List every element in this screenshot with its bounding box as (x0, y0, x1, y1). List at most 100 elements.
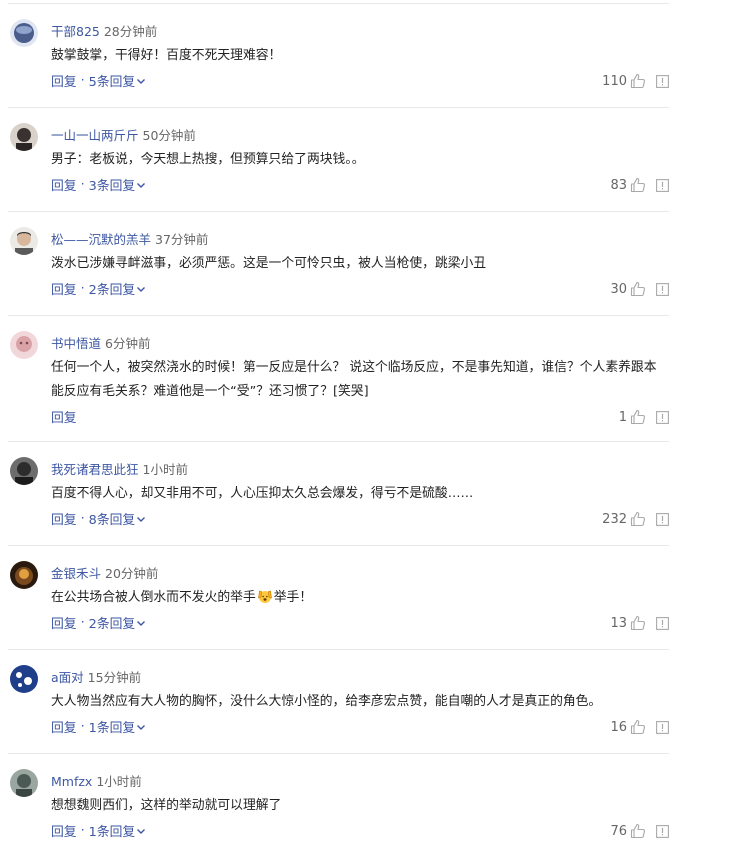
report-icon[interactable] (656, 178, 669, 192)
thumbs-up-icon[interactable] (630, 177, 646, 193)
comment-item: 一山一山两斤斤 50分钟前 男子：老板说，今天想上热搜，但预算只给了两块钱。。 回… (8, 108, 669, 212)
reply-button[interactable]: 回复 (51, 717, 77, 736)
view-replies-button[interactable]: 8条回复 (89, 509, 136, 528)
chevron-down-icon[interactable] (136, 180, 146, 190)
separator: · (80, 177, 85, 192)
username[interactable]: 干部825 (51, 24, 100, 39)
reply-button[interactable]: 回复 (51, 175, 77, 194)
like-count: 30 (610, 281, 627, 297)
chevron-down-icon[interactable] (136, 722, 146, 732)
view-replies-button[interactable]: 5条回复 (89, 71, 136, 90)
timestamp: 37分钟前 (155, 232, 209, 247)
username[interactable]: a面对 (51, 670, 84, 685)
thumbs-up-icon[interactable] (630, 615, 646, 631)
thumbs-up-icon[interactable] (630, 409, 646, 425)
comment-header: 书中悟道 6分钟前 (51, 333, 150, 352)
comment-text: 百度不得人心，却又非用不可，人心压抑太久总会爆发，得亏不是硫酸…… (51, 486, 474, 501)
report-icon[interactable] (656, 410, 669, 424)
comment-item: 干部825 28分钟前 鼓掌鼓掌，干得好！百度不死天理难容！ 回复 · 5条回复 … (8, 4, 669, 108)
comment-meta: 30 (610, 281, 669, 297)
chevron-down-icon[interactable] (136, 76, 146, 86)
comment-text-part: 在公共场合被人倒水而不发火的举手 (51, 590, 256, 605)
reply-button[interactable]: 回复 (51, 509, 77, 528)
reply-button[interactable]: 回复 (51, 613, 77, 632)
raising-hands-emoji-icon (257, 590, 272, 603)
comment-header: Mmfzx 1小时前 (51, 771, 142, 790)
chevron-down-icon[interactable] (136, 826, 146, 836)
timestamp: 20分钟前 (105, 566, 159, 581)
comment-header: 一山一山两斤斤 50分钟前 (51, 125, 196, 144)
avatar[interactable] (10, 665, 38, 693)
thumbs-up-icon[interactable] (630, 719, 646, 735)
view-replies-button[interactable]: 1条回复 (89, 821, 136, 840)
comment-text: 在公共场合被人倒水而不发火的举手 举手！ (51, 586, 663, 610)
report-icon[interactable] (656, 616, 669, 630)
reply-button[interactable]: 回复 (51, 279, 77, 298)
comment-item: 松——沉默的羔羊 37分钟前 泼水已涉嫌寻衅滋事，必须严惩。这是一个可怜只虫，被人… (8, 212, 669, 316)
username[interactable]: 金银禾斗 (51, 566, 101, 581)
view-replies-button[interactable]: 1条回复 (89, 717, 136, 736)
report-icon[interactable] (656, 74, 669, 88)
comment-meta: 13 (610, 615, 669, 631)
username[interactable]: 松——沉默的羔羊 (51, 232, 151, 247)
comment-actions: 回复 · 5条回复 (51, 71, 146, 90)
comment-text: 鼓掌鼓掌，干得好！百度不死天理难容！ (51, 48, 282, 63)
comment-actions: 回复 · 2条回复 (51, 279, 146, 298)
comment-header: 我死诸君思此狂 1小时前 (51, 459, 188, 478)
separator: · (80, 281, 85, 296)
comment-text: 泼水已涉嫌寻衅滋事，必须严惩。这是一个可怜只虫，被人当枪使，跳梁小丑 (51, 256, 487, 271)
comment-meta: 110 (602, 73, 669, 89)
view-replies-button[interactable]: 2条回复 (89, 613, 136, 632)
avatar[interactable] (10, 19, 38, 47)
like-count: 110 (602, 73, 627, 89)
like-count: 232 (602, 511, 627, 527)
comment-meta: 232 (602, 511, 669, 527)
reply-button[interactable]: 回复 (51, 71, 77, 90)
username[interactable]: Mmfzx (51, 774, 92, 789)
thumbs-up-icon[interactable] (630, 73, 646, 89)
comment-header: 金银禾斗 20分钟前 (51, 563, 158, 582)
comment-meta: 1 (619, 409, 669, 425)
reply-button[interactable]: 回复 (51, 407, 77, 426)
username[interactable]: 一山一山两斤斤 (51, 128, 139, 143)
view-replies-button[interactable]: 3条回复 (89, 175, 136, 194)
separator: · (80, 73, 85, 88)
report-icon[interactable] (656, 720, 669, 734)
avatar[interactable] (10, 457, 38, 485)
timestamp: 1小时前 (142, 462, 188, 477)
chevron-down-icon[interactable] (136, 514, 146, 524)
reply-button[interactable]: 回复 (51, 821, 77, 840)
comment-actions: 回复 · 1条回复 (51, 717, 146, 736)
like-count: 83 (610, 177, 627, 193)
like-count: 1 (618, 409, 627, 425)
avatar[interactable] (10, 227, 38, 255)
comment-actions: 回复 · 2条回复 (51, 613, 146, 632)
comment-header: 干部825 28分钟前 (51, 21, 157, 40)
chevron-down-icon[interactable] (136, 618, 146, 628)
comment-text: 大人物当然应有大人物的胸怀，没什么大惊小怪的，给李彦宏点赞，能自嘲的人才是真正的… (51, 694, 602, 709)
like-count: 16 (610, 719, 627, 735)
avatar[interactable] (10, 769, 38, 797)
comment-actions: 回复 · 8条回复 (51, 509, 146, 528)
report-icon[interactable] (656, 824, 669, 838)
avatar[interactable] (10, 123, 38, 151)
separator: · (80, 511, 85, 526)
thumbs-up-icon[interactable] (630, 823, 646, 839)
report-icon[interactable] (656, 282, 669, 296)
username[interactable]: 我死诸君思此狂 (51, 462, 139, 477)
chevron-down-icon[interactable] (136, 284, 146, 294)
comment-actions: 回复 · 1条回复 (51, 821, 146, 840)
timestamp: 28分钟前 (103, 24, 158, 39)
comment-header: a面对 15分钟前 (51, 667, 141, 686)
view-replies-button[interactable]: 2条回复 (89, 279, 136, 298)
thumbs-up-icon[interactable] (630, 281, 646, 297)
avatar[interactable] (10, 331, 38, 359)
thumbs-up-icon[interactable] (630, 511, 646, 527)
username[interactable]: 书中悟道 (51, 336, 101, 351)
report-icon[interactable] (656, 512, 669, 526)
avatar[interactable] (10, 561, 38, 589)
comment-item: 书中悟道 6分钟前 任何一个人，被突然浇水的时候！第一反应是什么？ 说这个临场反应… (8, 316, 669, 442)
comment-meta: 83 (610, 177, 669, 193)
timestamp: 6分钟前 (105, 336, 151, 351)
separator: · (80, 823, 85, 838)
